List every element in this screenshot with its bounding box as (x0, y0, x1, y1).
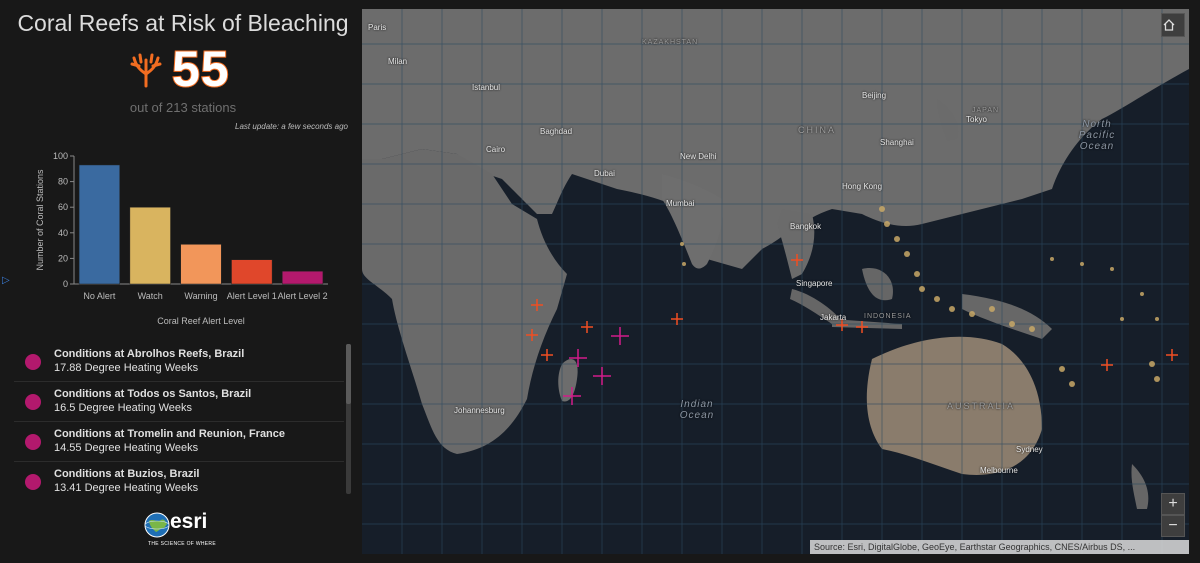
map-label-city: Melbourne (980, 466, 1018, 475)
alert-dot-icon (25, 394, 41, 410)
zoom-in-button[interactable]: + (1161, 493, 1185, 515)
y-tick-label: 40 (58, 228, 68, 238)
x-tick-label: Alert Level 2 (278, 291, 328, 301)
alert-level-bar-chart: 0 20 40 60 80 100 No Alert Watch Warning Alert Le… (35, 151, 328, 326)
expand-panel-arrow-icon[interactable]: ▷ (2, 275, 10, 286)
dashboard: Coral Reefs at Risk of Bleaching 55 out … (0, 0, 1200, 563)
x-tick-label: Alert Level 1 (227, 291, 277, 301)
x-axis-label: Coral Reef Alert Level (157, 316, 245, 326)
y-tick-label: 60 (58, 202, 68, 212)
map-label-city: Tokyo (966, 115, 987, 124)
reef-conditions-list[interactable]: Conditions at Abrolhos Reefs, Brazil 17.8… (14, 342, 344, 494)
map-label-ocean: Indian Ocean (679, 399, 715, 421)
list-item[interactable]: Conditions at Buzios, Brazil 13.41 Degree… (14, 462, 344, 494)
map-label-country: KAZAKHSTAN (642, 39, 699, 46)
home-button[interactable] (1161, 13, 1185, 37)
map-label-city: Dubai (594, 169, 615, 178)
alert-dot-icon (25, 434, 41, 450)
last-update-text: Last update: a few seconds ago (235, 122, 348, 131)
bar-3[interactable] (231, 259, 273, 285)
map-label-country: INDONESIA (864, 313, 912, 320)
list-scrollbar-thumb[interactable] (346, 344, 351, 404)
dashboard-title: Coral Reefs at Risk of Bleaching (17, 10, 349, 36)
x-tick-label: No Alert (83, 291, 116, 301)
esri-logo: esri THE SCIENCE OF WHERE (144, 510, 224, 552)
list-item-detail: 17.88 Degree Heating Weeks (54, 362, 199, 374)
map-label-city: New Delhi (680, 152, 717, 161)
map-label-city: Hong Kong (842, 182, 883, 191)
y-tick-label: 100 (53, 151, 68, 161)
list-item[interactable]: Conditions at Abrolhos Reefs, Brazil 17.8… (14, 342, 344, 382)
home-icon (1163, 19, 1175, 31)
list-item-title: Conditions at Buzios, Brazil (54, 468, 200, 480)
station-count-indicator: 55 (128, 40, 248, 98)
map-label-ocean: North Pacific Ocean (1078, 119, 1116, 152)
map-label-city: Istanbul (472, 83, 501, 92)
map-label-city: Singapore (796, 279, 833, 288)
map-label-city: Cairo (486, 145, 506, 154)
list-item-title: Conditions at Abrolhos Reefs, Brazil (54, 348, 245, 360)
y-tick-label: 20 (58, 253, 68, 263)
map-label-city: Paris (368, 23, 387, 32)
list-item-title: Conditions at Todos os Santos, Brazil (54, 388, 252, 400)
map-label-city: Sydney (1016, 445, 1043, 454)
alert-dot-icon (25, 354, 41, 370)
bar-4[interactable] (282, 270, 324, 285)
zoom-out-button[interactable]: − (1161, 515, 1185, 537)
list-scrollbar[interactable] (346, 344, 351, 494)
map-label-country: CHINA (798, 125, 837, 135)
esri-wordmark: esri (170, 510, 208, 533)
map-label-city: Baghdad (540, 127, 573, 136)
map-attribution[interactable]: Source: Esri, DigitalGlobe, GeoEye, Eart… (810, 540, 1189, 554)
map-label-city: Beijing (862, 91, 887, 100)
x-tick-label: Watch (138, 291, 163, 301)
map-label-city: Shanghai (880, 138, 914, 147)
globe-icon (144, 512, 170, 538)
map-view[interactable]: Paris Milan Istanbul KAZAKHSTAN Baghdad … (362, 9, 1189, 554)
map-label-country: JAPAN (972, 107, 1000, 114)
list-item-detail: 13.41 Degree Heating Weeks (54, 482, 199, 494)
y-tick-label: 0 (63, 279, 68, 289)
coral-icon (130, 53, 162, 88)
map-label-country: AUSTRALIA (947, 401, 1016, 411)
x-tick-label: Warning (184, 291, 217, 301)
map-label-city: Mumbai (666, 199, 695, 208)
list-item[interactable]: Conditions at Tromelin and Reunion, Fran… (14, 422, 344, 462)
list-item-detail: 16.5 Degree Heating Weeks (54, 402, 192, 414)
list-item-detail: 14.55 Degree Heating Weeks (54, 442, 199, 454)
bar-1[interactable] (129, 206, 171, 285)
bar-2[interactable] (180, 244, 222, 285)
map-label-city: Milan (388, 57, 408, 66)
y-axis-label: Number of Coral Stations (35, 169, 45, 271)
alert-dot-icon (25, 474, 41, 490)
bar-0[interactable] (78, 164, 120, 285)
map-label-city: Jakarta (820, 313, 847, 322)
at-risk-count: 55 (171, 40, 230, 98)
station-total-caption: out of 213 stations (129, 100, 237, 115)
y-tick-label: 80 (58, 177, 68, 187)
side-panel: Coral Reefs at Risk of Bleaching 55 out … (0, 0, 352, 563)
list-item[interactable]: Conditions at Todos os Santos, Brazil 16.… (14, 382, 344, 422)
map-label-city: Johannesburg (454, 406, 505, 415)
map-label-city: Bangkok (790, 222, 822, 231)
esri-tagline: THE SCIENCE OF WHERE (148, 541, 216, 547)
list-item-title: Conditions at Tromelin and Reunion, Fran… (54, 428, 286, 440)
